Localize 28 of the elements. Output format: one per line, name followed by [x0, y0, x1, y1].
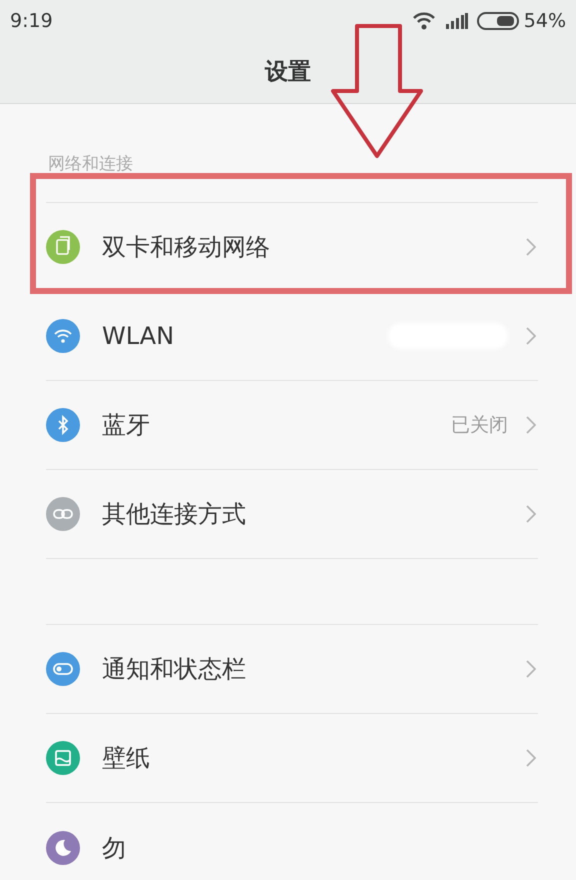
cell-signal-icon — [446, 13, 468, 29]
settings-row[interactable]: 勿 — [46, 803, 538, 880]
row-label: 双卡和移动网络 — [102, 232, 270, 263]
chevron-icon — [526, 749, 536, 767]
settings-row[interactable]: 蓝牙 已关闭 — [46, 381, 538, 470]
chevron-icon — [526, 416, 536, 434]
battery-icon — [476, 12, 519, 30]
row-label: 蓝牙 — [102, 410, 150, 441]
chevron-icon — [526, 660, 536, 678]
row-label: WLAN — [102, 321, 174, 352]
status-time: 9:19 — [10, 8, 53, 34]
chevron-icon — [526, 327, 536, 345]
chevron-icon — [526, 505, 536, 523]
row-label: 壁纸 — [102, 743, 150, 774]
chevron-icon — [526, 238, 536, 256]
settings-row[interactable]: 壁纸 — [46, 714, 538, 803]
row-label: 其他连接方式 — [102, 499, 246, 530]
settings-row[interactable]: 通知和状态栏 — [46, 625, 538, 714]
settings-row[interactable]: 其他连接方式 — [46, 470, 538, 559]
section-header: 网络和连接 — [48, 154, 133, 174]
settings-row[interactable]: 双卡和移动网络 — [46, 203, 538, 292]
row-label: 勿 — [102, 832, 126, 864]
page-title: 设置 — [265, 58, 311, 88]
row-label: 通知和状态栏 — [102, 654, 246, 685]
row-value: 已关闭 — [451, 412, 508, 438]
wifi-signal-icon — [412, 11, 436, 31]
battery-percent: 54% — [524, 8, 566, 34]
settings-row[interactable]: WLAN — [46, 292, 538, 381]
